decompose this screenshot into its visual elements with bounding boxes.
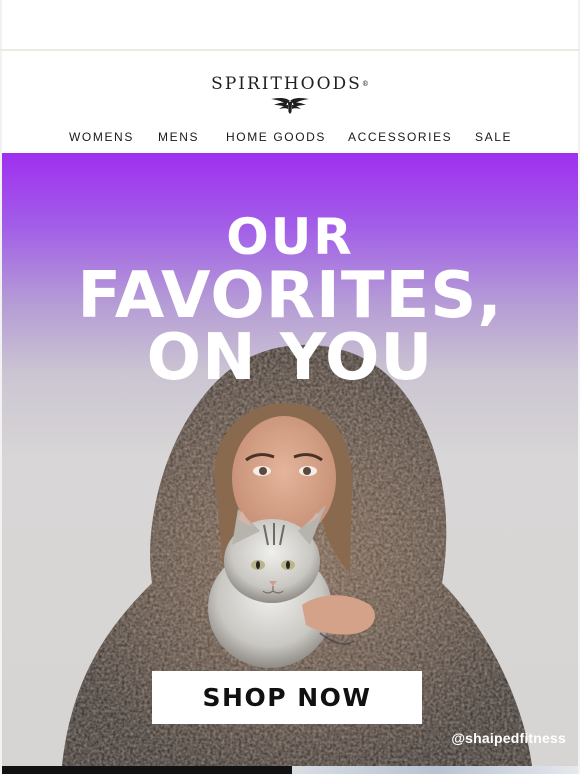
next-section-image-left[interactable] <box>2 766 292 774</box>
headline-line-1: OUR <box>226 207 354 266</box>
header-divider <box>0 49 580 51</box>
logo-wordmark: SPIRITHOODS® <box>0 74 580 94</box>
photo-credit: @shaipedfitness <box>451 730 566 746</box>
nav-item-mens[interactable]: MENS <box>158 130 199 144</box>
next-section-image-right[interactable] <box>292 766 578 774</box>
hero-banner: OUR FAVORITES, ON YOU SHOP NOW @shaipedf… <box>2 153 578 766</box>
headline-line-3: ON YOU <box>146 320 434 395</box>
shop-now-button[interactable]: SHOP NOW <box>152 671 422 724</box>
hero-headline: OUR FAVORITES, ON YOU <box>2 207 578 395</box>
main-navigation: WOMENS MENS HOME GOODS ACCESSORIES SALE <box>0 130 580 146</box>
brand-logo[interactable]: SPIRITHOODS® <box>0 74 580 115</box>
logo-text: SPIRITHOODS <box>211 74 362 94</box>
nav-item-womens[interactable]: WOMENS <box>69 130 134 144</box>
nav-item-sale[interactable]: SALE <box>475 130 512 144</box>
headline-line-2: FAVORITES, <box>77 258 503 333</box>
nav-item-accessories[interactable]: ACCESSORIES <box>348 130 452 144</box>
nav-item-home-goods[interactable]: HOME GOODS <box>226 130 326 144</box>
eagle-wings-icon <box>271 97 309 114</box>
registered-mark: ® <box>361 80 369 88</box>
